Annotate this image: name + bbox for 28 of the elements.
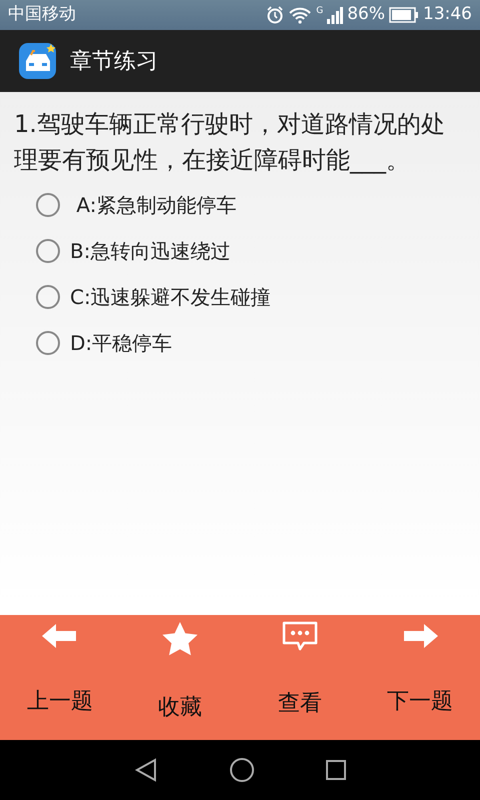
app-logo-icon — [18, 41, 58, 81]
back-icon[interactable] — [133, 757, 159, 783]
answer-option[interactable]: D:平稳停车 — [14, 320, 172, 366]
alarm-icon — [266, 6, 284, 24]
network-type: G — [316, 5, 324, 18]
view-button[interactable]: 查看 — [240, 615, 360, 740]
battery-icon — [389, 7, 419, 23]
answer-option[interactable]: B:急转向迅速绕过 — [14, 228, 230, 274]
next-button[interactable]: 下一题 — [360, 615, 480, 740]
radio-button[interactable] — [36, 331, 60, 355]
wifi-icon — [288, 6, 312, 24]
favorite-button[interactable]: 收藏 — [120, 615, 240, 740]
recents-icon[interactable] — [325, 759, 347, 781]
carrier-name: 中国移动 — [8, 3, 76, 26]
question-text: 1.驾驶车辆正常行驶时，对道路情况的处理要有预见性，在接近障碍时能___。 — [14, 109, 446, 176]
battery-percent: 86% — [347, 3, 385, 26]
star-icon — [161, 621, 199, 657]
radio-button[interactable] — [36, 285, 60, 309]
home-icon[interactable] — [229, 757, 255, 783]
signal-icon — [327, 6, 344, 24]
screen-title: 章节练习 — [70, 48, 158, 76]
answer-option[interactable]: C:迅速躲避不发生碰撞 — [14, 274, 271, 320]
answer-option[interactable]: A:紧急制动能停车 — [14, 182, 236, 228]
radio-button[interactable] — [36, 239, 60, 263]
clock: 13:46 — [423, 3, 472, 26]
radio-button[interactable] — [36, 193, 60, 217]
prev-button[interactable]: 上一题 — [0, 615, 120, 740]
chat-bubble-icon — [281, 621, 319, 653]
